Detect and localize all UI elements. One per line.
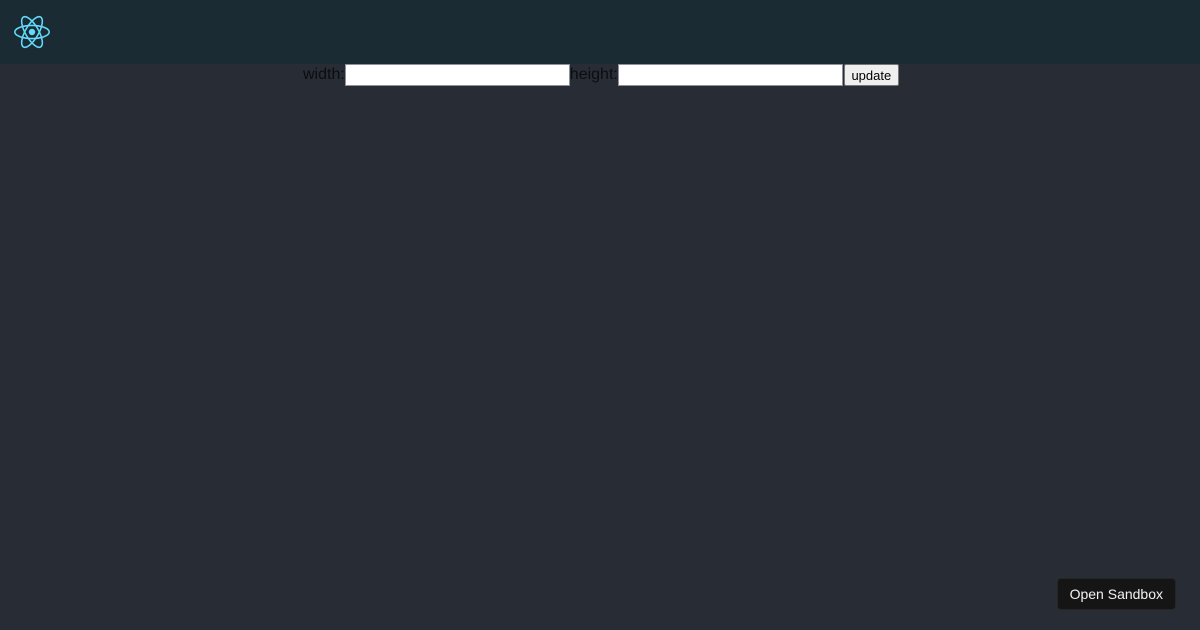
open-sandbox-button[interactable]: Open Sandbox	[1056, 578, 1176, 610]
react-atom-icon	[14, 15, 50, 49]
top-bar	[0, 0, 1200, 64]
height-label: height:	[569, 66, 618, 83]
update-button[interactable]: update	[843, 64, 899, 86]
height-input[interactable]	[617, 64, 843, 86]
width-label: width:	[303, 66, 345, 83]
width-input[interactable]	[344, 64, 570, 86]
size-form: width: height: update	[303, 64, 899, 86]
